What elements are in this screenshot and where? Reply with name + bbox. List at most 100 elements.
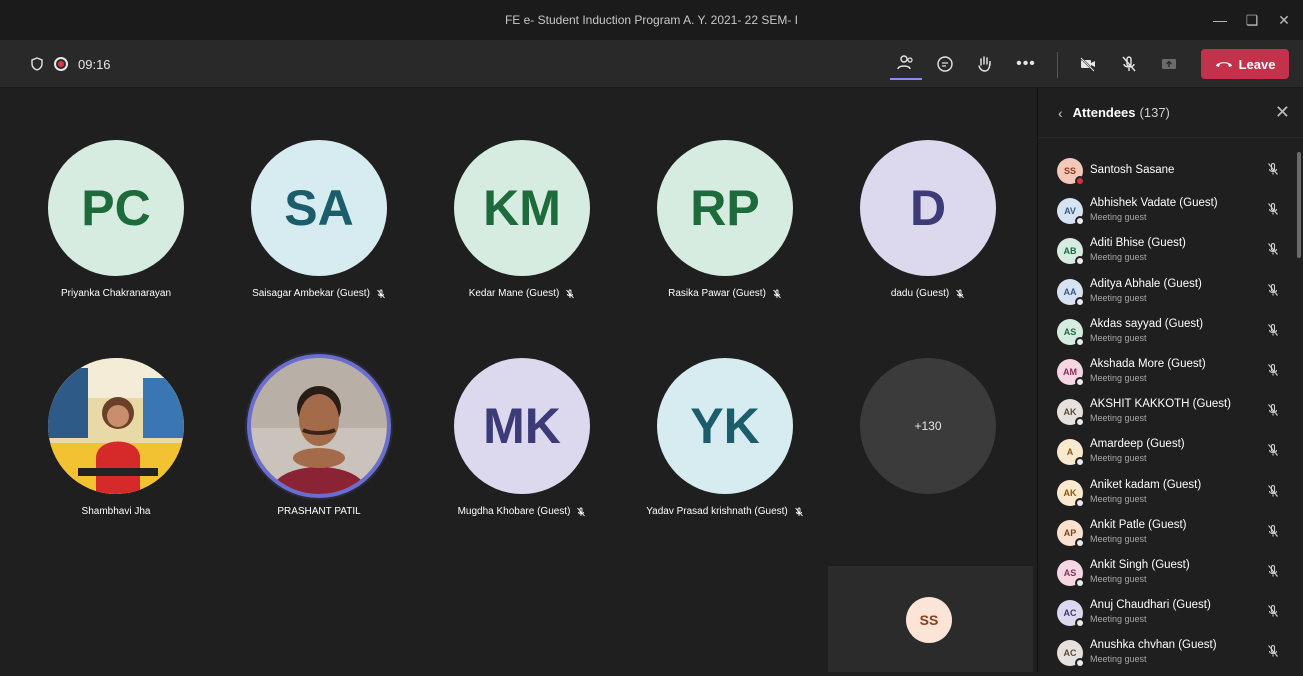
participant-name-text: dadu (Guest) bbox=[890, 288, 950, 299]
attendee-row[interactable]: AC Anuj Chaudhari (Guest) Meeting guest bbox=[1038, 596, 1303, 636]
attendee-initials: SS bbox=[1063, 166, 1076, 176]
attendee-role: Meeting guest bbox=[1090, 573, 1147, 584]
presence-status-icon bbox=[1075, 417, 1085, 428]
participant-name-text: Saisagar Ambekar (Guest) bbox=[252, 288, 370, 299]
attendee-name: Santosh Sasane bbox=[1090, 164, 1175, 176]
participant-photo-image bbox=[48, 358, 184, 494]
back-chevron-icon[interactable]: ‹ bbox=[1058, 105, 1063, 121]
attendee-row[interactable]: AM Akshada More (Guest) Meeting guest bbox=[1038, 355, 1303, 395]
participant-name: Priyanka Chakranarayan bbox=[16, 288, 216, 299]
presence-status-icon bbox=[1075, 216, 1085, 227]
participant-name: Kedar Mane (Guest) bbox=[422, 288, 622, 299]
attendee-row[interactable]: AA Aditya Abhale (Guest) Meeting guest bbox=[1038, 275, 1303, 315]
attendee-initials: AC bbox=[1063, 608, 1077, 619]
attendee-avatar: AC bbox=[1057, 640, 1085, 669]
camera-off-icon bbox=[1080, 57, 1095, 72]
participant-tile[interactable]: MK Mugdha Khobare (Guest) bbox=[422, 358, 622, 517]
more-actions-button[interactable]: ••• bbox=[1010, 48, 1042, 80]
shield-icon bbox=[31, 57, 43, 71]
avatar: RP bbox=[657, 140, 793, 276]
meeting-toolbar: 09:16 ••• Leave bbox=[0, 40, 1303, 88]
mic-off-icon bbox=[1266, 604, 1280, 618]
share-button[interactable] bbox=[1153, 48, 1185, 80]
attendee-row[interactable]: AB Aditi Bhise (Guest) Meeting guest bbox=[1038, 234, 1303, 274]
attendee-role: Meeting guest bbox=[1090, 453, 1147, 464]
panel-header: ‹ Attendees (137) ✕ bbox=[1038, 88, 1303, 138]
attendee-row[interactable]: AS Akdas sayyad (Guest) Meeting guest bbox=[1038, 315, 1303, 355]
participant-name-text: Kedar Mane (Guest) bbox=[468, 288, 560, 299]
attendee-role: Meeting guest bbox=[1090, 372, 1147, 383]
mic-off-icon bbox=[794, 507, 803, 516]
presence-status-icon bbox=[1075, 336, 1085, 347]
avatar: MK bbox=[454, 358, 590, 494]
attendee-avatar: AK bbox=[1057, 479, 1085, 508]
participant-tile[interactable]: KM Kedar Mane (Guest) bbox=[422, 140, 622, 299]
minimize-icon[interactable]: — bbox=[1204, 12, 1236, 28]
participant-name: dadu (Guest) bbox=[828, 288, 1028, 299]
attendee-avatar: AS bbox=[1057, 559, 1085, 588]
participant-tile[interactable]: D dadu (Guest) bbox=[828, 140, 1028, 299]
attendee-name: AKSHIT KAKKOTH (Guest) bbox=[1090, 398, 1232, 411]
attendee-role: Meeting guest bbox=[1090, 212, 1147, 223]
restore-icon[interactable]: ❏ bbox=[1236, 12, 1268, 29]
attendee-name: Akshada More (Guest) bbox=[1090, 357, 1206, 370]
presence-status-icon bbox=[1075, 618, 1085, 629]
participant-tile[interactable]: SA Saisagar Ambekar (Guest) bbox=[219, 140, 419, 299]
mic-off-icon bbox=[1266, 484, 1280, 498]
attendee-initials: AP bbox=[1063, 527, 1077, 538]
attendees-panel: ‹ Attendees (137) ✕ SS Santosh Sasane AV Ab… bbox=[1037, 88, 1303, 672]
participants-button[interactable] bbox=[890, 48, 922, 80]
leave-button[interactable]: Leave bbox=[1201, 49, 1289, 79]
attendee-name: Anuj Chaudhari (Guest) bbox=[1090, 599, 1211, 612]
mic-off-icon bbox=[1266, 283, 1280, 297]
participant-tile[interactable]: PC Priyanka Chakranarayan bbox=[16, 140, 216, 299]
more-participants-tile[interactable]: +130 bbox=[828, 358, 1028, 494]
attendee-name: Aniket kadam (Guest) bbox=[1090, 478, 1202, 491]
mic-off-icon bbox=[1266, 202, 1280, 216]
camera-off-button[interactable] bbox=[1072, 48, 1104, 80]
participant-tile-speaking[interactable]: PRASHANT PATIL bbox=[219, 358, 419, 517]
attendee-row[interactable]: AC Anushka chvhan (Guest) Meeting guest bbox=[1038, 636, 1303, 676]
mic-off-icon bbox=[1266, 443, 1280, 457]
attendee-avatar: AA bbox=[1057, 278, 1085, 307]
raise-hand-button[interactable] bbox=[969, 48, 1001, 80]
phone-hangup-icon bbox=[1215, 62, 1232, 67]
participant-tile[interactable]: RP Rasika Pawar (Guest) bbox=[625, 140, 825, 299]
participant-tile[interactable]: Shambhavi Jha bbox=[16, 358, 216, 517]
attendee-row[interactable]: AP Ankit Patle (Guest) Meeting guest bbox=[1038, 516, 1303, 556]
attendee-initials: AA bbox=[1063, 286, 1077, 297]
attendee-row[interactable]: A Amardeep (Guest) Meeting guest bbox=[1038, 435, 1303, 475]
self-view[interactable]: SS bbox=[828, 566, 1033, 672]
attendee-name: Amardeep (Guest) bbox=[1090, 438, 1185, 451]
mic-off-icon bbox=[773, 289, 781, 298]
attendee-initials: AC bbox=[1063, 648, 1077, 659]
share-tray-icon bbox=[1162, 59, 1176, 69]
participant-name: Yadav Prasad krishnath (Guest) bbox=[625, 506, 825, 517]
mic-off-icon bbox=[1266, 323, 1280, 337]
attendee-role: Meeting guest bbox=[1090, 614, 1147, 625]
avatar: D bbox=[860, 140, 996, 276]
attendee-role: Meeting guest bbox=[1090, 654, 1147, 665]
attendee-name: Aditya Abhale (Guest) bbox=[1090, 277, 1202, 290]
attendee-avatar: AP bbox=[1057, 519, 1085, 548]
attendee-row[interactable]: AS Ankit Singh (Guest) Meeting guest bbox=[1038, 556, 1303, 596]
participant-name-text: Rasika Pawar (Guest) bbox=[668, 288, 766, 299]
attendee-avatar: AK bbox=[1057, 399, 1085, 428]
attendee-row[interactable]: AK Aniket kadam (Guest) Meeting guest bbox=[1038, 476, 1303, 516]
participant-tile[interactable]: YK Yadav Prasad krishnath (Guest) bbox=[625, 358, 825, 517]
people-icon bbox=[897, 55, 913, 70]
attendee-row[interactable]: AV Abhishek Vadate (Guest) Meeting guest bbox=[1038, 194, 1303, 234]
presence-status-icon bbox=[1075, 577, 1085, 588]
close-window-icon[interactable]: ✕ bbox=[1268, 12, 1300, 29]
avatar: PC bbox=[48, 140, 184, 276]
chat-button[interactable] bbox=[929, 48, 961, 80]
participant-photo bbox=[251, 358, 387, 494]
attendee-row[interactable]: AK AKSHIT KAKKOTH (Guest) Meeting guest bbox=[1038, 395, 1303, 435]
attendee-row[interactable]: SS Santosh Sasane bbox=[1038, 154, 1303, 194]
mic-off-button[interactable] bbox=[1113, 48, 1145, 80]
attendee-initials: AK bbox=[1063, 487, 1077, 498]
mic-off-icon bbox=[1122, 56, 1136, 72]
close-icon[interactable]: ✕ bbox=[1275, 102, 1290, 123]
participant-name: PRASHANT PATIL bbox=[219, 506, 419, 517]
attendee-initials: AS bbox=[1063, 567, 1077, 578]
